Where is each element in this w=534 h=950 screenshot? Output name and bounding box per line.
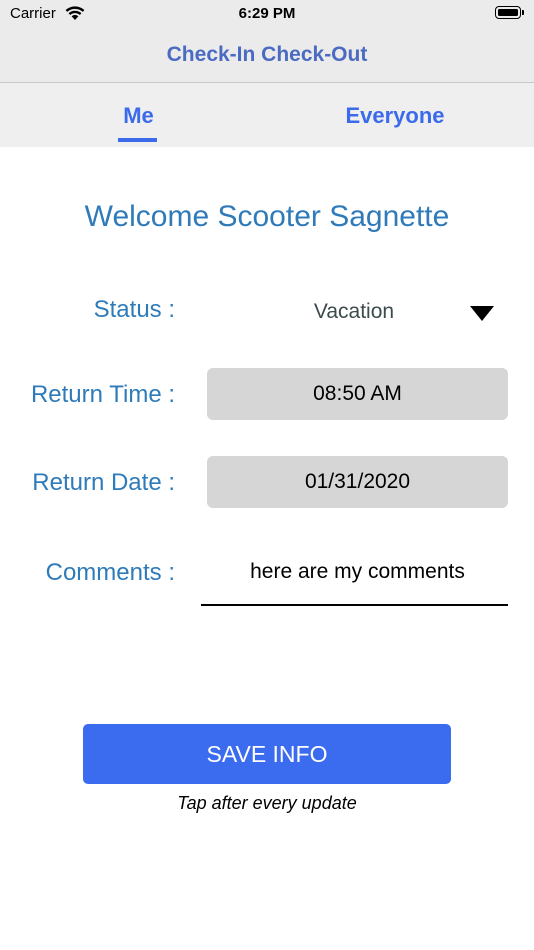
tab-everyone[interactable]: Everyone [267, 103, 523, 129]
tab-bar: Me Everyone [0, 83, 534, 147]
return-date-value: 01/31/2020 [304, 470, 411, 493]
return-time-field[interactable]: 08:50 AM [207, 368, 508, 420]
save-info-label: SAVE INFO [206, 740, 328, 767]
tab-selected-indicator [118, 138, 157, 142]
nav-bar: Check-In Check-Out [0, 30, 534, 83]
status-label: Status : [93, 296, 175, 323]
status-dropdown[interactable]: Vacation [254, 300, 454, 324]
battery-tip [522, 10, 524, 15]
battery-icon [495, 6, 521, 19]
status-bar: Carrier 6:29 PM [0, 0, 534, 30]
nav-title: Check-In Check-Out [166, 43, 368, 66]
return-date-field[interactable]: 01/31/2020 [207, 456, 508, 508]
return-time-value: 08:50 AM [313, 382, 402, 405]
save-hint: Tap after every update [177, 793, 357, 813]
return-time-label: Return Time : [30, 381, 175, 408]
comments-input[interactable]: here are my comments [207, 560, 508, 584]
return-date-label: Return Date : [32, 469, 175, 496]
comments-underline [201, 604, 508, 606]
clock: 6:29 PM [238, 5, 296, 22]
tab-me[interactable]: Me [0, 103, 277, 129]
dropdown-arrow-icon[interactable] [470, 306, 494, 321]
comments-label: Comments : [45, 559, 175, 586]
save-info-button[interactable]: SAVE INFO [83, 724, 451, 784]
welcome-heading: Welcome Scooter Sagnette [84, 200, 450, 233]
